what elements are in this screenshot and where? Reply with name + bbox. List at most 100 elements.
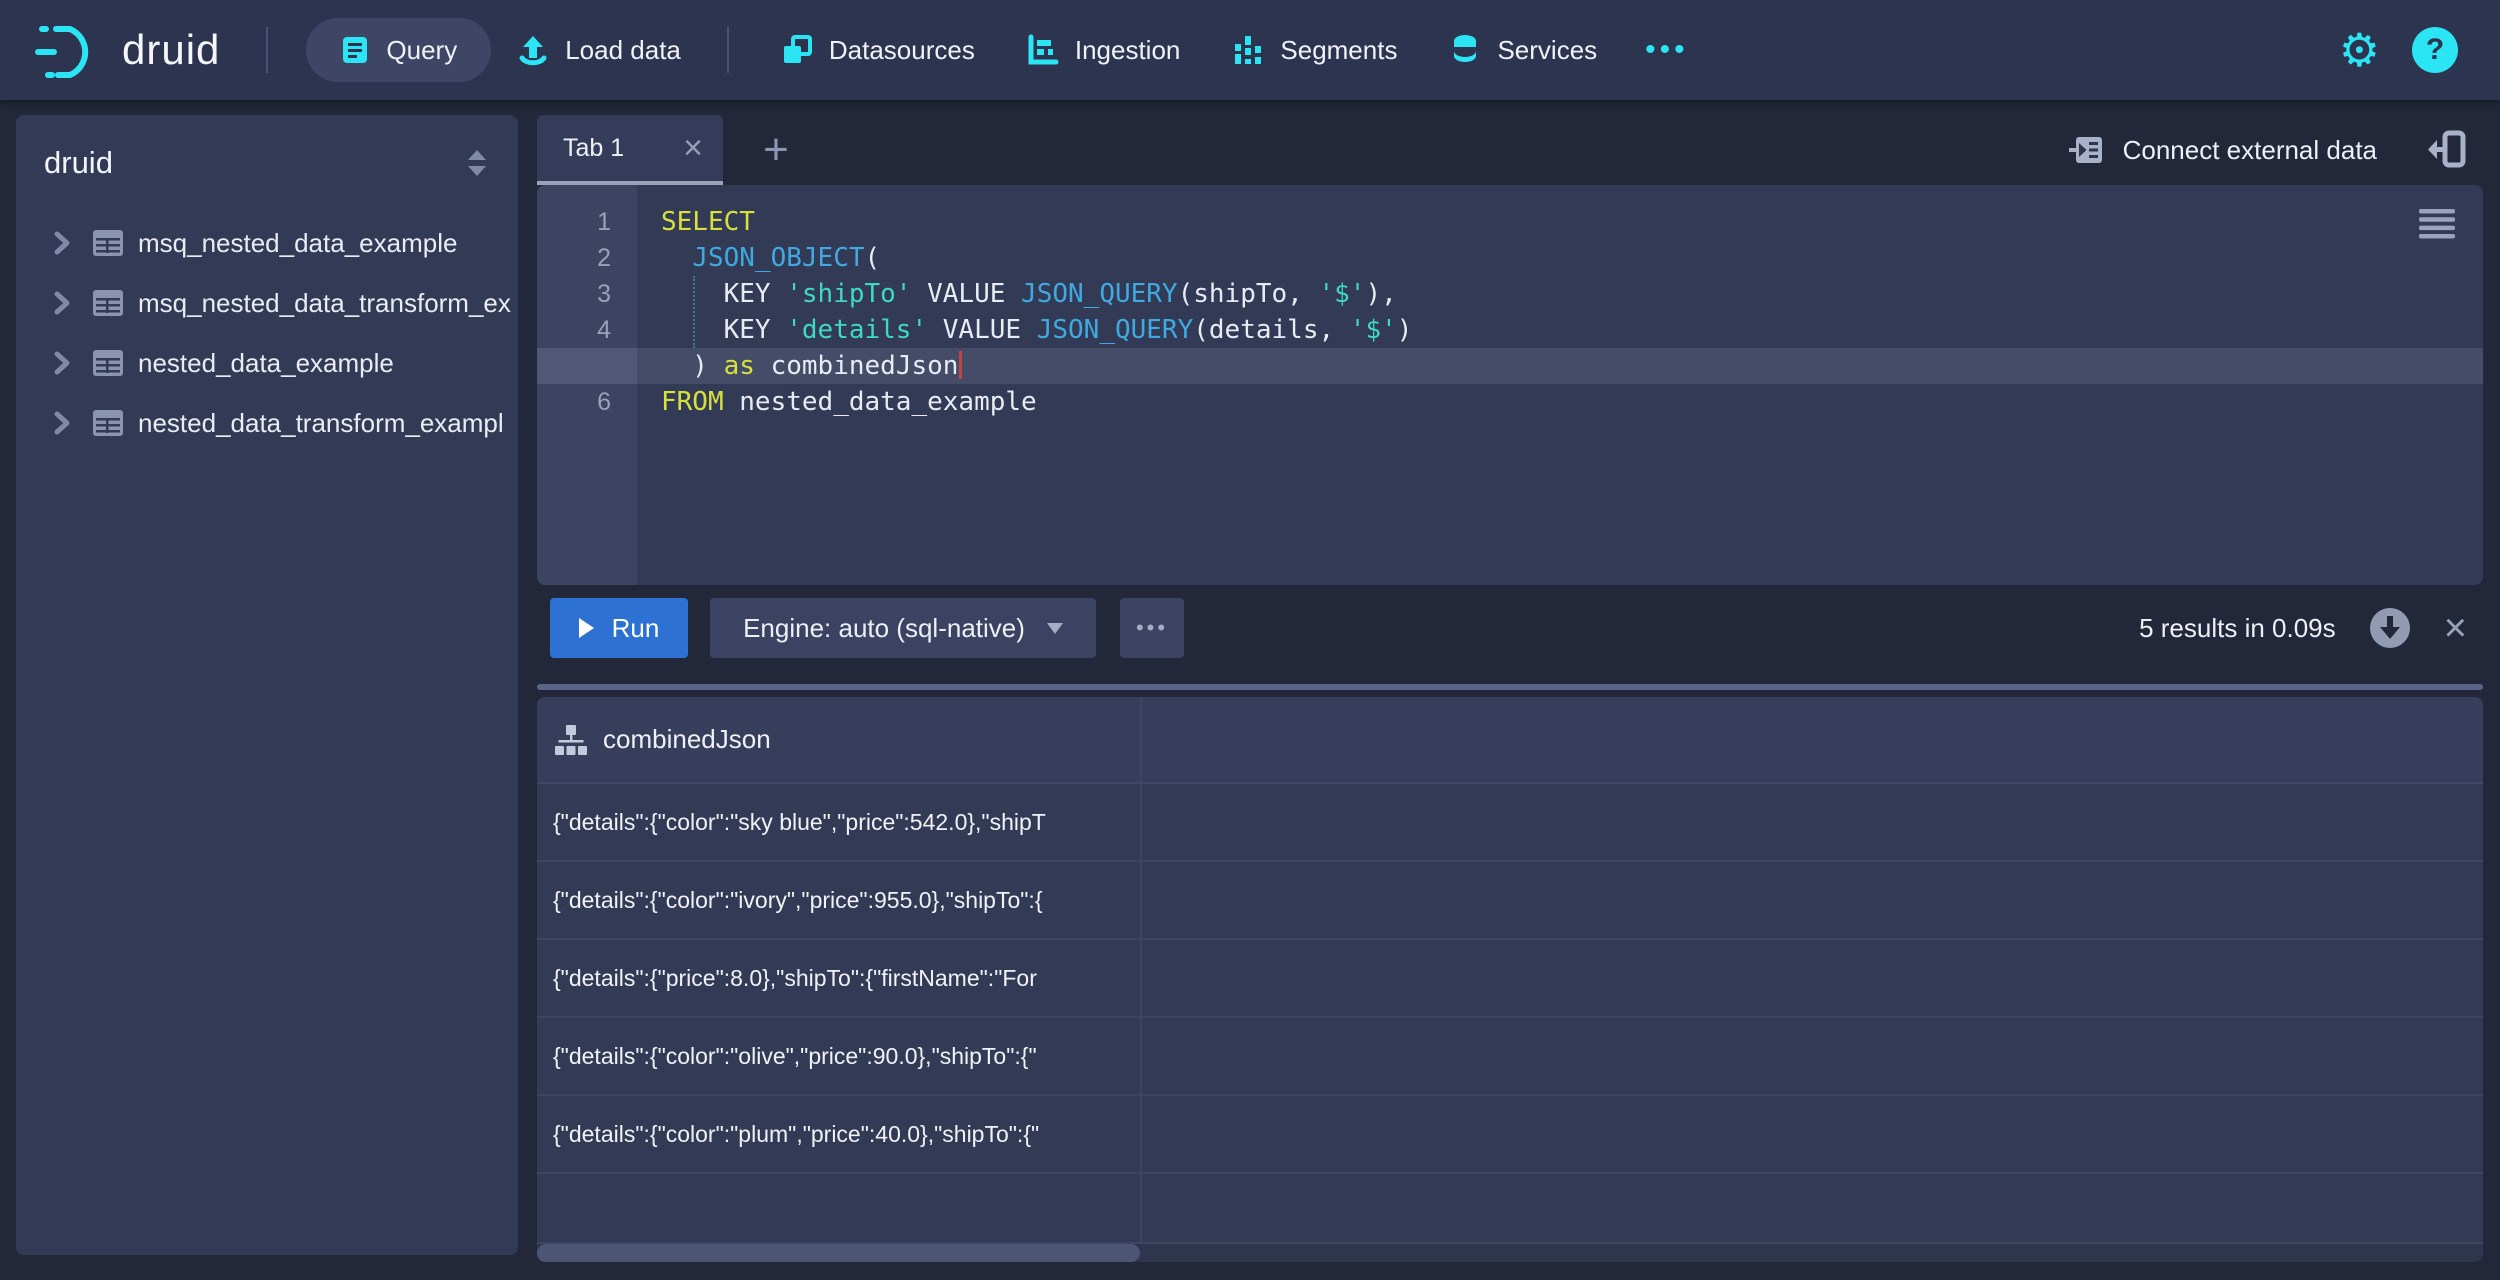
- code-token: JSON_QUERY: [1037, 315, 1194, 345]
- tree-item-label: nested_data_example: [138, 348, 394, 379]
- result-row-empty: [537, 1174, 2483, 1244]
- code-token: combinedJson: [755, 351, 959, 381]
- table-icon: [92, 409, 138, 437]
- nav-item-ingestion[interactable]: Ingestion: [1027, 34, 1181, 66]
- result-row[interactable]: {"details":{"color":"sky blue","price":5…: [537, 784, 2483, 862]
- query-icon: [340, 35, 370, 65]
- nav-item-label: Ingestion: [1075, 35, 1181, 66]
- result-row[interactable]: {"details":{"color":"olive","price":90.0…: [537, 1018, 2483, 1096]
- sql-editor[interactable]: 1 2 3 4 5 6 SELECT JSON_OBJECT( KEY 'shi…: [537, 185, 2483, 585]
- scrollbar-thumb[interactable]: [537, 1244, 1140, 1262]
- help-icon[interactable]: ?: [2412, 27, 2458, 73]
- code-area: SELECT JSON_OBJECT( KEY 'shipTo' VALUE J…: [637, 204, 2483, 420]
- chevron-right-icon[interactable]: [52, 410, 92, 436]
- result-cell[interactable]: {"details":{"price":8.0},"shipTo":{"firs…: [537, 940, 1132, 1016]
- text-cursor: [959, 351, 962, 379]
- ingestion-icon: [1027, 34, 1059, 66]
- editor-menu-icon[interactable]: [2419, 209, 2455, 239]
- result-cell[interactable]: {"details":{"color":"plum","price":40.0}…: [537, 1096, 1132, 1172]
- run-button[interactable]: Run: [550, 598, 688, 658]
- datasources-icon: [781, 34, 813, 66]
- tab-tab1[interactable]: Tab 1 ×: [537, 115, 723, 185]
- nav-item-label: Datasources: [829, 35, 975, 66]
- code-token: VALUE: [927, 315, 1037, 345]
- result-row[interactable]: {"details":{"color":"ivory","price":955.…: [537, 862, 2483, 940]
- code-token: JSON_QUERY: [1021, 279, 1178, 309]
- code-token: 'shipTo': [786, 279, 911, 309]
- code-token: FROM: [661, 387, 724, 417]
- run-label: Run: [612, 613, 660, 644]
- tree-item-msq-nested-data-example[interactable]: msq_nested_data_example: [16, 213, 518, 273]
- code-line: SELECT: [637, 204, 2483, 240]
- chevron-right-icon[interactable]: [52, 230, 92, 256]
- code-token: [661, 243, 692, 273]
- code-line: ) as combinedJson: [637, 348, 2483, 384]
- chevron-right-icon[interactable]: [52, 350, 92, 376]
- connect-data-icon: [2069, 132, 2105, 168]
- table-icon: [92, 289, 138, 317]
- nav-item-query[interactable]: Query: [306, 18, 491, 82]
- tab-label: Tab 1: [563, 134, 624, 163]
- line-number: 1: [537, 204, 637, 240]
- code-line: FROM nested_data_example: [637, 384, 2483, 420]
- line-number: 4: [537, 312, 637, 348]
- line-number: 3: [537, 276, 637, 312]
- code-token: VALUE: [911, 279, 1021, 309]
- editor-gutter: 1 2 3 4 5 6: [537, 185, 637, 585]
- code-token: KEY: [661, 279, 786, 309]
- code-token: '$': [1318, 279, 1365, 309]
- sort-icon[interactable]: [464, 148, 490, 178]
- column-name: combinedJson: [603, 724, 771, 755]
- column-divider: [1140, 697, 1142, 1244]
- chevron-right-icon[interactable]: [52, 290, 92, 316]
- code-token: '$': [1350, 315, 1397, 345]
- code-token: KEY: [661, 315, 786, 345]
- tree-item-label: msq_nested_data_example: [138, 228, 457, 259]
- nav-item-services[interactable]: Services: [1449, 33, 1597, 67]
- play-icon: [579, 618, 594, 638]
- close-results-icon[interactable]: ×: [2444, 608, 2467, 648]
- result-row[interactable]: {"details":{"price":8.0},"shipTo":{"firs…: [537, 940, 2483, 1018]
- nav-item-label: Load data: [565, 35, 681, 66]
- code-token: (details,: [1193, 315, 1350, 345]
- tree-item-nested-data-transform[interactable]: nested_data_transform_exampl: [16, 393, 518, 453]
- query-workbench: Tab 1 × + Connect external data: [537, 115, 2483, 1265]
- active-line-gutter-highlight: [537, 348, 637, 384]
- engine-select[interactable]: Engine: auto (sql-native): [710, 598, 1096, 658]
- nav-divider: [727, 27, 729, 73]
- druid-logo[interactable]: druid: [34, 17, 220, 83]
- result-row[interactable]: {"details":{"color":"plum","price":40.0}…: [537, 1096, 2483, 1174]
- nav-more-button[interactable]: •••: [1645, 33, 1689, 67]
- code-token: SELECT: [661, 207, 755, 237]
- code-token: JSON_OBJECT: [692, 243, 864, 273]
- result-cell[interactable]: {"details":{"color":"olive","price":90.0…: [537, 1018, 1132, 1094]
- result-cell[interactable]: {"details":{"color":"sky blue","price":5…: [537, 784, 1132, 860]
- tree-item-label: msq_nested_data_transform_ex: [138, 288, 511, 319]
- nav-item-load-data[interactable]: Load data: [517, 34, 681, 66]
- code-token: ): [661, 351, 724, 381]
- nav-item-segments[interactable]: Segments: [1232, 34, 1397, 66]
- segments-icon: [1232, 34, 1264, 66]
- nav-item-label: Services: [1497, 35, 1597, 66]
- results-panel: combinedJson {"details":{"color":"sky bl…: [537, 697, 2483, 1262]
- gear-icon[interactable]: ⚙: [2339, 27, 2380, 73]
- diagram-tree-icon: [555, 724, 587, 756]
- tree-item-msq-nested-data-transform[interactable]: msq_nested_data_transform_ex: [16, 273, 518, 333]
- connect-external-data-button[interactable]: Connect external data: [2069, 115, 2377, 185]
- run-more-button[interactable]: •••: [1120, 598, 1184, 658]
- result-cell[interactable]: {"details":{"color":"ivory","price":955.…: [537, 862, 1132, 938]
- code-line: KEY 'shipTo' VALUE JSON_QUERY(shipTo, '$…: [637, 276, 2483, 312]
- nav-item-label: Query: [386, 35, 457, 66]
- line-number: 6: [537, 384, 637, 420]
- new-tab-button[interactable]: +: [743, 115, 809, 185]
- nav-item-label: Segments: [1280, 35, 1397, 66]
- results-column-header[interactable]: combinedJson: [537, 697, 2483, 784]
- toggle-panel-icon[interactable]: [2427, 129, 2467, 169]
- code-token: as: [724, 351, 755, 381]
- code-token: ): [1397, 315, 1413, 345]
- tree-item-nested-data-example[interactable]: nested_data_example: [16, 333, 518, 393]
- nav-item-datasources[interactable]: Datasources: [781, 34, 975, 66]
- download-icon[interactable]: [2368, 606, 2412, 650]
- panel-resize-handle[interactable]: [537, 684, 2483, 690]
- tab-close-icon[interactable]: ×: [683, 131, 703, 165]
